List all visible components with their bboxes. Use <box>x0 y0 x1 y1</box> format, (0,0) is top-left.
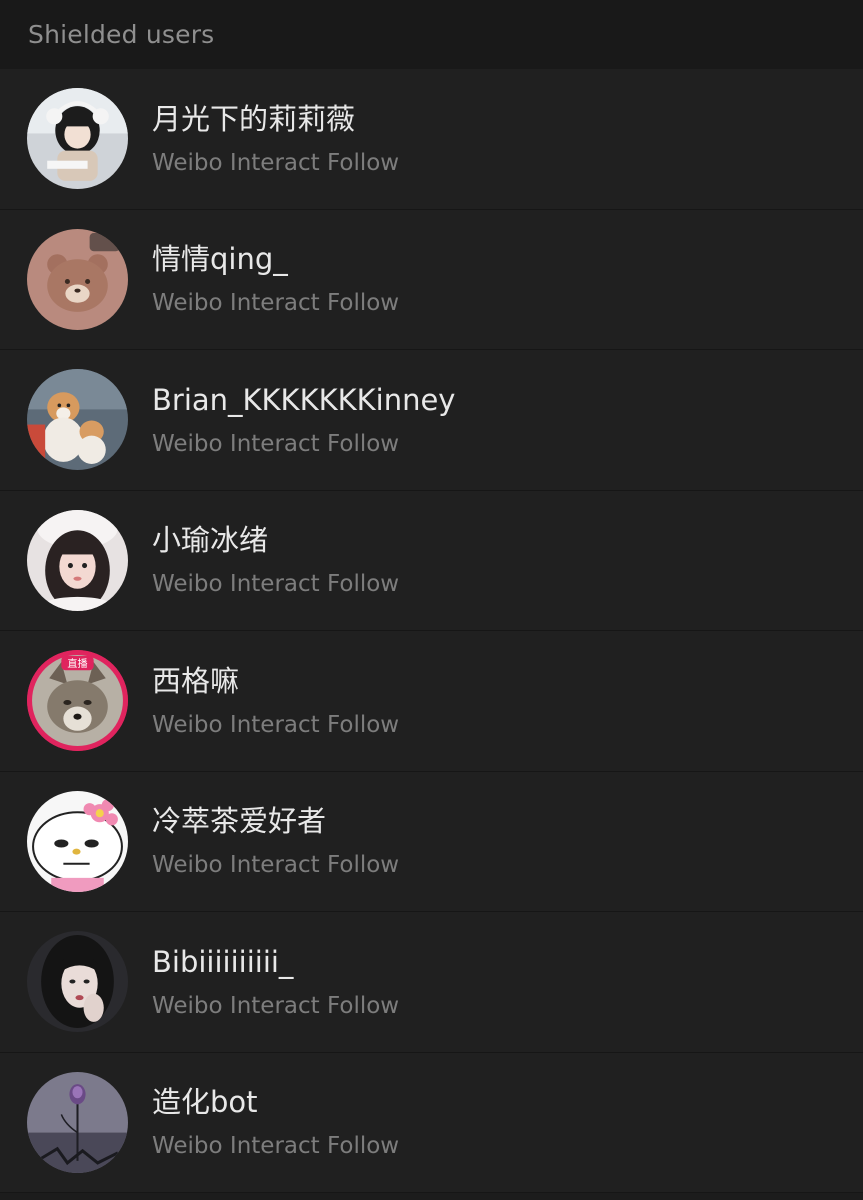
user-row[interactable]: 月光下的莉莉薇 Weibo Interact Follow <box>0 69 863 210</box>
user-row[interactable]: Brian_KKKKKKKinney Weibo Interact Follow <box>0 350 863 491</box>
user-avatar[interactable] <box>27 509 128 611</box>
user-avatar[interactable] <box>27 228 128 330</box>
user-row[interactable]: 冷萃茶爱好者 Weibo Interact Follow <box>0 771 863 912</box>
shielded-users-list: 月光下的莉莉薇 Weibo Interact Follow 情情qing_ We… <box>0 69 863 1193</box>
user-subtitle: Weibo Interact Follow <box>152 290 400 317</box>
user-row[interactable]: 情情qing_ Weibo Interact Follow <box>0 209 863 350</box>
user-row[interactable]: 小瑜冰绪 Weibo Interact Follow <box>0 490 863 631</box>
user-info: 小瑜冰绪 Weibo Interact Follow <box>152 522 399 598</box>
user-avatar[interactable] <box>27 369 128 471</box>
user-avatar[interactable] <box>27 1071 128 1173</box>
user-name: 冷萃茶爱好者 <box>152 804 327 839</box>
user-info: 月光下的莉莉薇 Weibo Interact Follow <box>152 101 399 177</box>
user-info: 冷萃茶爱好者 Weibo Interact Follow <box>152 803 399 879</box>
user-name: 西格嘛 <box>152 663 240 698</box>
user-name: 小瑜冰绪 <box>152 523 269 558</box>
user-avatar[interactable] <box>27 88 128 190</box>
user-name: 月光下的莉莉薇 <box>152 101 356 136</box>
user-avatar[interactable] <box>27 790 128 892</box>
page-title: Shielded users <box>28 20 215 49</box>
user-avatar[interactable] <box>27 931 128 1033</box>
user-subtitle: Weibo Interact Follow <box>152 430 400 457</box>
user-info: 情情qing_ Weibo Interact Follow <box>152 241 399 317</box>
user-name: 情情qing_ <box>152 242 288 277</box>
user-subtitle: Weibo Interact Follow <box>152 992 400 1019</box>
user-subtitle: Weibo Interact Follow <box>152 852 400 879</box>
user-subtitle: Weibo Interact Follow <box>152 711 400 738</box>
user-info: 西格嘛 Weibo Interact Follow <box>152 663 399 739</box>
user-name: Bibiiiiiiiiii_ <box>152 944 294 979</box>
user-row[interactable]: Bibiiiiiiiiii_ Weibo Interact Follow <box>0 912 863 1053</box>
user-info: 造化bot Weibo Interact Follow <box>152 1084 399 1160</box>
user-subtitle: Weibo Interact Follow <box>152 571 400 598</box>
user-row[interactable]: 造化bot Weibo Interact Follow <box>0 1052 863 1193</box>
user-subtitle: Weibo Interact Follow <box>152 149 400 176</box>
page-header: Shielded users <box>0 0 863 69</box>
user-subtitle: Weibo Interact Follow <box>152 1133 400 1160</box>
user-name: Brian_KKKKKKKinney <box>152 382 456 417</box>
user-avatar[interactable]: 直播 <box>27 650 128 752</box>
user-info: Bibiiiiiiiiii_ Weibo Interact Follow <box>152 944 399 1020</box>
live-badge: 直播 <box>67 657 87 670</box>
user-row[interactable]: 直播 西格嘛 Weibo Interact Follow <box>0 631 863 772</box>
user-info: Brian_KKKKKKKinney Weibo Interact Follow <box>152 382 455 458</box>
user-name: 造化bot <box>152 1085 258 1120</box>
